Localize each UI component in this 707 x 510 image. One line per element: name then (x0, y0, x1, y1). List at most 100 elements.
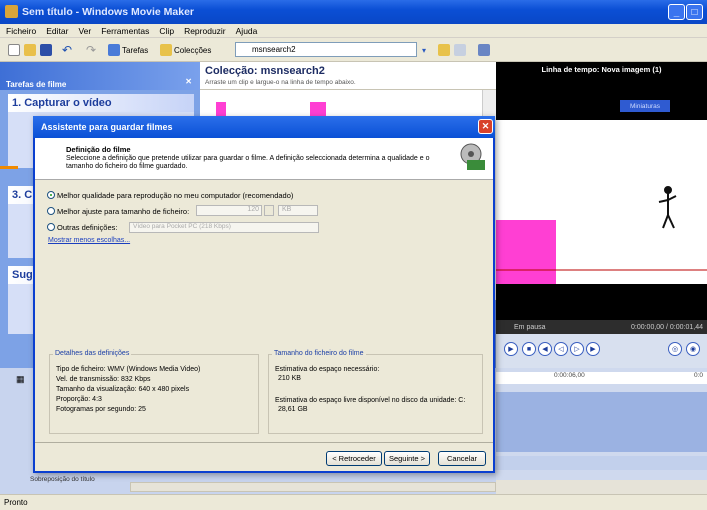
radio-unselected[interactable] (47, 223, 55, 231)
collection-hint: Arraste um clip e largue-o na linha de t… (205, 79, 356, 86)
undo-icon[interactable]: ↶ (62, 43, 72, 57)
maximize-icon[interactable]: □ (686, 4, 703, 20)
ruler-mark: 0:0 (694, 372, 704, 379)
close-icon[interactable]: ✕ (478, 119, 493, 134)
wizard-description: Seleccione a definição que pretende util… (66, 155, 430, 170)
stop-icon[interactable]: ■ (522, 342, 536, 356)
timeline-ruler: 0:00:06,00 0:0 (496, 372, 707, 384)
back-button[interactable]: < Retroceder (326, 451, 382, 466)
detail-line: Vel. de transmissão: 832 Kbps (56, 376, 151, 383)
window-titlebar: Sem título - Windows Movie Maker _ □ (0, 0, 707, 24)
film-reel-icon (460, 143, 485, 170)
forward-icon[interactable]: ▶ (586, 342, 600, 356)
close-icon[interactable]: ✕ (185, 77, 192, 86)
size-spinner[interactable] (264, 205, 274, 216)
tasks-header: Tarefas de filme ✕ (0, 62, 200, 90)
movie-file-size-title: Tamanho do ficheiro do filme (272, 350, 366, 357)
up-folder-icon[interactable] (438, 43, 450, 57)
arrow-pointer (0, 166, 18, 169)
pink-rect (496, 220, 556, 284)
option-best-quality[interactable]: Melhor qualidade para reprodução no meu … (47, 190, 293, 200)
collection-title: Colecção: msnsearch2 (205, 65, 325, 77)
detail-line: Proporção: 4:3 (56, 396, 102, 403)
save-project-icon[interactable] (40, 43, 52, 57)
menu-reproduzir[interactable]: Reproduzir (184, 26, 226, 36)
split-icon[interactable]: ◎ (668, 342, 682, 356)
menu-ficheiro[interactable]: Ficheiro (6, 26, 36, 36)
window-title: Sem título - Windows Movie Maker (22, 6, 195, 18)
collections-icon (160, 44, 172, 56)
preview-frame (496, 186, 707, 284)
other-settings-select[interactable]: Vídeo para Pocket PC (218 Kbps) (129, 222, 319, 233)
space-needed-value: 210 KB (278, 375, 301, 382)
radio-selected[interactable] (47, 191, 55, 199)
title-overlay-track-label: Sobreposição do título (30, 476, 95, 483)
thumbnails-button[interactable]: Miniaturas (620, 100, 670, 112)
movie-file-size: Tamanho do ficheiro do filme Estimativa … (268, 350, 483, 434)
minimize-icon[interactable]: _ (668, 4, 685, 20)
views-icon[interactable] (478, 43, 490, 57)
movie-maker-icon (5, 5, 18, 18)
detail-line: Tamanho da visualização: 640 x 480 pixel… (56, 386, 190, 393)
next-frame-icon[interactable]: ▷ (570, 342, 584, 356)
collection-combo-value: msnsearch2 (252, 45, 296, 54)
play-icon[interactable]: ▶ (504, 342, 518, 356)
video-track[interactable] (496, 392, 707, 452)
preview-title: Linha de tempo: Nova imagem (1) (541, 65, 662, 74)
toolbar: ↶ ↷ Tarefas Colecções msnsearch2 ▾ (0, 38, 707, 62)
clip-thumbnail[interactable] (310, 102, 326, 116)
timeline[interactable]: 0:00:06,00 0:0 (496, 368, 707, 494)
size-unit-select[interactable]: KB (278, 205, 318, 216)
ruler-mark: 0:00:06,00 (554, 372, 585, 379)
option-other[interactable]: Outras definições: (47, 222, 117, 232)
tasks-icon (108, 44, 120, 56)
settings-details-title: Detalhes das definições (53, 350, 132, 357)
detail-line: Tipo de ficheiro: WMV (Windows Media Vid… (56, 366, 201, 373)
button-divider (35, 442, 493, 444)
free-space-value: 28,61 GB (278, 406, 308, 413)
next-button[interactable]: Seguinte > (384, 451, 430, 466)
option-best-fit[interactable]: Melhor ajuste para tamanho de ficheiro: (47, 206, 189, 216)
menu-editar[interactable]: Editar (46, 26, 68, 36)
radio-unselected[interactable] (47, 207, 55, 215)
previous-frame-icon[interactable]: ◁ (554, 342, 568, 356)
show-fewer-choices-link[interactable]: Mostrar menos escolhas... (48, 237, 130, 244)
preview-monitor: Linha de tempo: Nova imagem (1) Miniatur… (496, 62, 707, 334)
wizard-title: Assistente para guardar filmes (33, 116, 495, 138)
space-needed-label: Estimativa do espaço necessário: (275, 366, 380, 373)
task-section-capture-title[interactable]: 1. Capturar o vídeo (8, 94, 194, 112)
menu-ajuda[interactable]: Ajuda (236, 26, 258, 36)
free-space-label: Estimativa do espaço livre disponível no… (275, 397, 466, 404)
menubar: Ficheiro Editar Ver Ferramentas Clip Rep… (0, 24, 707, 38)
menu-ver[interactable]: Ver (78, 26, 91, 36)
timeline-scrollbar[interactable] (496, 480, 707, 494)
collection-header: Colecção: msnsearch2 Arraste um clip e l… (200, 62, 496, 90)
collections-toggle[interactable]: Colecções (160, 43, 211, 57)
clip-thumbnail[interactable] (216, 102, 226, 116)
new-collection-icon[interactable] (454, 43, 466, 57)
open-project-icon[interactable] (24, 43, 36, 57)
menu-ferramentas[interactable]: Ferramentas (101, 26, 149, 36)
menu-clip[interactable]: Clip (159, 26, 174, 36)
cancel-button[interactable]: Cancelar (438, 451, 486, 466)
audio-track[interactable] (496, 456, 707, 470)
chevron-down-icon[interactable]: ▾ (422, 43, 426, 57)
collection-combo[interactable]: msnsearch2 (235, 42, 417, 57)
status-bar: Pronto (0, 494, 707, 510)
new-project-icon[interactable] (8, 43, 20, 57)
playback-status-text: Em pausa (514, 323, 546, 331)
horizontal-scrollbar[interactable] (130, 482, 496, 492)
detail-line: Fotogramas por segundo: 25 (56, 406, 146, 413)
playback-time: 0:00:00,00 / 0:00:01,44 (630, 323, 703, 331)
rewind-icon[interactable]: ◀ (538, 342, 552, 356)
preview-screen (496, 120, 707, 284)
settings-details: Detalhes das definições Tipo de ficheiro… (49, 350, 259, 434)
wizard-header: Definição do filme Seleccione a definiçã… (35, 138, 493, 180)
stick-figure (658, 186, 677, 229)
snapshot-icon[interactable]: ◉ (686, 342, 700, 356)
playback-status: Em pausa 0:00:00,00 / 0:00:01,44 (496, 320, 707, 334)
storyboard-icon[interactable]: ▦ (16, 374, 25, 385)
tasks-toggle[interactable]: Tarefas (108, 43, 148, 57)
file-size-input[interactable]: 120 (196, 205, 262, 216)
redo-icon[interactable]: ↷ (86, 43, 96, 57)
